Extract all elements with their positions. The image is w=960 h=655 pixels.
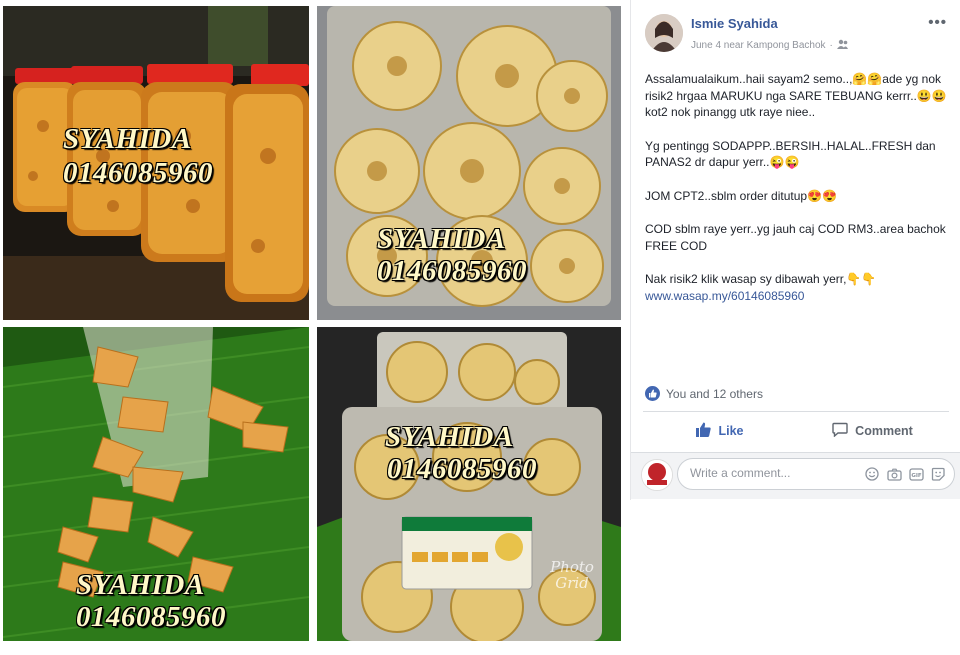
friends-icon[interactable] xyxy=(836,39,848,52)
like-reaction-icon xyxy=(645,386,660,401)
post-paragraph: Yg pentingg SODAPPP..BERSIH..HALAL..FRES… xyxy=(645,138,936,170)
comment-input[interactable] xyxy=(688,465,852,481)
thumbs-up-icon xyxy=(695,422,712,440)
watermark-name: SYAHIDA xyxy=(377,223,506,255)
watermark-name: SYAHIDA xyxy=(385,421,514,453)
post-paragraph: Nak risik2 klik wasap sy dibawah yerr,👇👇 xyxy=(645,272,877,286)
comment-tools: GIF xyxy=(864,466,946,482)
photo-chips-leaf[interactable]: SYAHIDA 0146085960 xyxy=(3,327,309,641)
photo-jars[interactable]: SYAHIDA 0146085960 xyxy=(3,6,309,320)
like-button[interactable]: Like xyxy=(643,415,796,447)
watermark-phone: 0146085960 xyxy=(63,157,213,189)
post-date[interactable]: June 4 near Kampong Bachok xyxy=(691,40,826,51)
comment-label: Comment xyxy=(855,424,913,438)
reactions-text: You and 12 others xyxy=(666,386,763,401)
comment-composer: GIF xyxy=(631,453,960,499)
photo-maruku-bag[interactable]: SYAHIDA 0146085960 xyxy=(317,6,621,320)
post-actions: Like Comment xyxy=(643,415,949,447)
watermark-phone: 0146085960 xyxy=(387,453,537,485)
post-body: Assalamualaikum..haii sayam2 semo..,🤗🤗ad… xyxy=(645,71,950,304)
photo-grid[interactable]: SYAHIDA 0146085960 SYAHIDA 0146085960 SY… xyxy=(0,0,627,655)
comment-box[interactable]: GIF xyxy=(677,458,955,490)
like-label: Like xyxy=(718,424,744,438)
post-panel: Ismie Syahida June 4 near Kampong Bachok… xyxy=(630,0,960,500)
camera-icon[interactable] xyxy=(886,466,902,482)
comment-button[interactable]: Comment xyxy=(796,415,949,447)
watermark-name: SYAHIDA xyxy=(76,569,205,601)
separator-dot: · xyxy=(829,40,833,51)
post-paragraph: COD sblm raye yerr..yg jauh caj COD RM3.… xyxy=(645,222,946,253)
photo-grid-logo: Photo Grid xyxy=(550,558,594,592)
watermark-phone: 0146085960 xyxy=(377,255,527,287)
author-name[interactable]: Ismie Syahida xyxy=(691,16,778,31)
gif-icon[interactable]: GIF xyxy=(908,466,924,482)
svg-text:GIF: GIF xyxy=(911,473,922,479)
viewer-avatar[interactable] xyxy=(641,459,673,491)
divider xyxy=(643,411,949,412)
post-meta: June 4 near Kampong Bachok · xyxy=(691,39,848,52)
more-options-button[interactable]: ••• xyxy=(928,14,947,31)
wasap-link[interactable]: www.wasap.my/60146085960 xyxy=(645,289,804,303)
reactions-summary[interactable]: You and 12 others xyxy=(645,386,763,401)
post-paragraph: Assalamualaikum..haii sayam2 semo..,🤗🤗ad… xyxy=(645,72,947,119)
author-avatar[interactable] xyxy=(645,14,683,52)
post-paragraph: JOM CPT2..sblm order ditutup😍😍 xyxy=(645,188,837,203)
comment-icon xyxy=(832,422,848,440)
emoji-icon[interactable] xyxy=(864,466,880,482)
photo-packed-maruku[interactable]: SYAHIDA 0146085960 Photo Grid xyxy=(317,327,621,641)
watermark-name: SYAHIDA xyxy=(63,123,192,155)
sticker-icon[interactable] xyxy=(930,466,946,482)
watermark-phone: 0146085960 xyxy=(76,601,226,633)
